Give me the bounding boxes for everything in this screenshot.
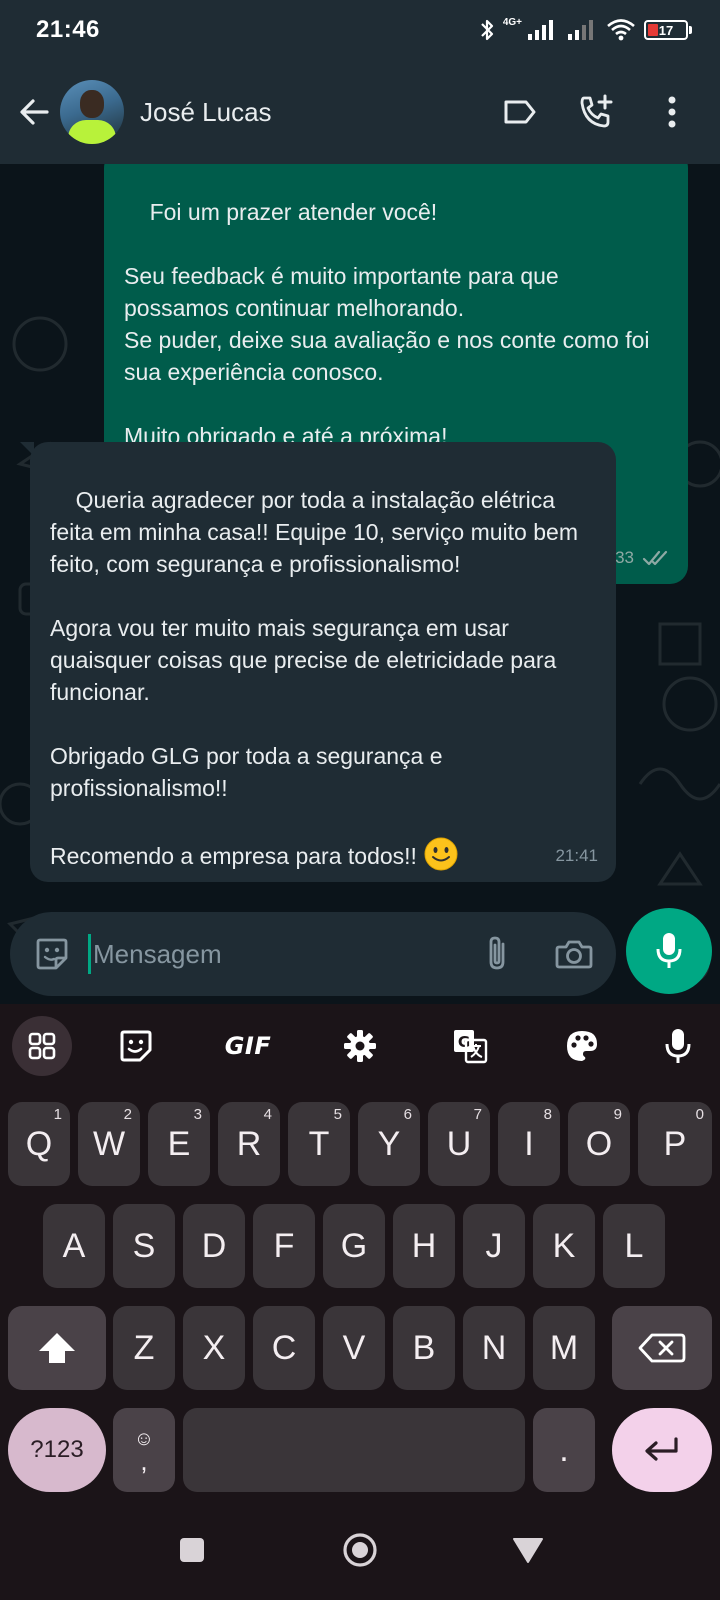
message-input-pill [10, 912, 616, 996]
key-i[interactable]: I8 [498, 1102, 560, 1186]
microphone-icon [665, 1029, 691, 1063]
shift-icon [39, 1333, 75, 1363]
circle-icon [343, 1533, 377, 1567]
sticker-button[interactable] [28, 930, 76, 978]
back-button[interactable] [10, 88, 58, 136]
recents-button[interactable] [168, 1526, 216, 1574]
key-e[interactable]: E3 [148, 1102, 210, 1186]
microphone-icon [656, 933, 682, 968]
voice-input-button[interactable] [648, 1016, 708, 1076]
shift-key[interactable] [8, 1306, 106, 1390]
message-time: 21:41 [555, 846, 598, 865]
back-arrow-icon [20, 99, 49, 125]
gif-button[interactable]: GIF [218, 1016, 278, 1076]
backspace-icon [638, 1333, 686, 1363]
key-m[interactable]: M [533, 1306, 595, 1390]
back-nav-button[interactable] [504, 1526, 552, 1574]
key-u[interactable]: U7 [428, 1102, 490, 1186]
smiley-emoji-icon [424, 837, 458, 871]
keyboard-sticker-button[interactable] [106, 1016, 166, 1076]
voice-record-button[interactable] [626, 908, 712, 994]
home-button[interactable] [336, 1526, 384, 1574]
svg-text:G: G [458, 1033, 470, 1051]
add-call-icon [580, 94, 613, 128]
key-p[interactable]: P0 [638, 1102, 712, 1186]
battery-level: 17 [658, 22, 674, 38]
keyboard-apps-button[interactable] [12, 1016, 72, 1076]
grid-icon [28, 1032, 56, 1060]
more-vert-icon [668, 96, 676, 128]
palette-icon [567, 1031, 597, 1061]
enter-key[interactable] [612, 1408, 712, 1492]
key-n[interactable]: N [463, 1306, 525, 1390]
key-s[interactable]: S [113, 1204, 175, 1288]
symbols-key[interactable]: ?123 [8, 1408, 106, 1492]
emoji-comma-key[interactable]: ☺, [113, 1408, 175, 1492]
backspace-key[interactable] [612, 1306, 712, 1390]
attach-button[interactable] [474, 930, 522, 978]
key-k[interactable]: K [533, 1204, 595, 1288]
gear-icon [344, 1030, 376, 1062]
camera-button[interactable] [550, 930, 598, 978]
keyboard-toolbar: GIF G [0, 1004, 720, 1090]
key-h[interactable]: H [393, 1204, 455, 1288]
key-d[interactable]: D [183, 1204, 245, 1288]
signal-icon [526, 18, 558, 42]
message-text: Foi um prazer atender você! Seu feedback… [124, 199, 650, 449]
wifi-icon [606, 18, 636, 42]
square-icon [180, 1538, 204, 1562]
triangle-icon [513, 1538, 543, 1563]
system-navigation-bar [0, 1500, 720, 1600]
more-options-button[interactable] [648, 88, 696, 136]
key-g[interactable]: G [323, 1204, 385, 1288]
gif-label: GIF [224, 1032, 272, 1060]
translate-icon: G [454, 1030, 488, 1064]
status-time: 21:46 [36, 16, 100, 43]
sticker-icon [36, 938, 68, 970]
translate-button[interactable]: G [440, 1016, 500, 1076]
key-v[interactable]: V [323, 1306, 385, 1390]
key-b[interactable]: B [393, 1306, 455, 1390]
keyboard-settings-button[interactable] [330, 1016, 390, 1076]
status-bar: 21:46 4G+ 17 [0, 0, 720, 60]
paperclip-icon [489, 936, 505, 970]
read-ticks-icon [642, 550, 668, 566]
key-z[interactable]: Z [113, 1306, 175, 1390]
bluetooth-icon [479, 17, 495, 43]
label-button[interactable] [496, 88, 544, 136]
key-w[interactable]: W2 [78, 1102, 140, 1186]
key-o[interactable]: O9 [568, 1102, 630, 1186]
key-l[interactable]: L [603, 1204, 665, 1288]
text-caret [88, 934, 91, 974]
key-r[interactable]: R4 [218, 1102, 280, 1186]
add-call-button[interactable] [572, 88, 620, 136]
message-composer [0, 908, 720, 1004]
chat-area[interactable]: Foi um prazer atender você! Seu feedback… [0, 164, 720, 1000]
camera-icon [555, 940, 593, 969]
network-type-label: 4G+ [502, 16, 522, 28]
chat-header: José Lucas [0, 60, 720, 164]
key-t[interactable]: T5 [288, 1102, 350, 1186]
theme-button[interactable] [552, 1016, 612, 1076]
message-bubble-incoming[interactable]: Queria agradecer por toda a instalação e… [20, 442, 616, 882]
message-text: Queria agradecer por toda a instalação e… [50, 487, 578, 869]
contact-name[interactable]: José Lucas [140, 97, 272, 128]
key-q[interactable]: Q1 [8, 1102, 70, 1186]
sticker-icon [120, 1030, 152, 1062]
key-y[interactable]: Y6 [358, 1102, 420, 1186]
space-key[interactable] [183, 1408, 525, 1492]
period-key[interactable]: . [533, 1408, 595, 1492]
enter-icon [645, 1437, 678, 1461]
status-icons: 4G+ 17 [479, 17, 692, 43]
key-f[interactable]: F [253, 1204, 315, 1288]
key-c[interactable]: C [253, 1306, 315, 1390]
battery-icon: 17 [644, 20, 692, 40]
key-a[interactable]: A [43, 1204, 105, 1288]
label-icon [504, 100, 536, 124]
key-x[interactable]: X [183, 1306, 245, 1390]
contact-avatar[interactable] [60, 80, 124, 144]
signal-icon-secondary [566, 18, 598, 42]
message-input[interactable] [93, 938, 453, 970]
key-j[interactable]: J [463, 1204, 525, 1288]
